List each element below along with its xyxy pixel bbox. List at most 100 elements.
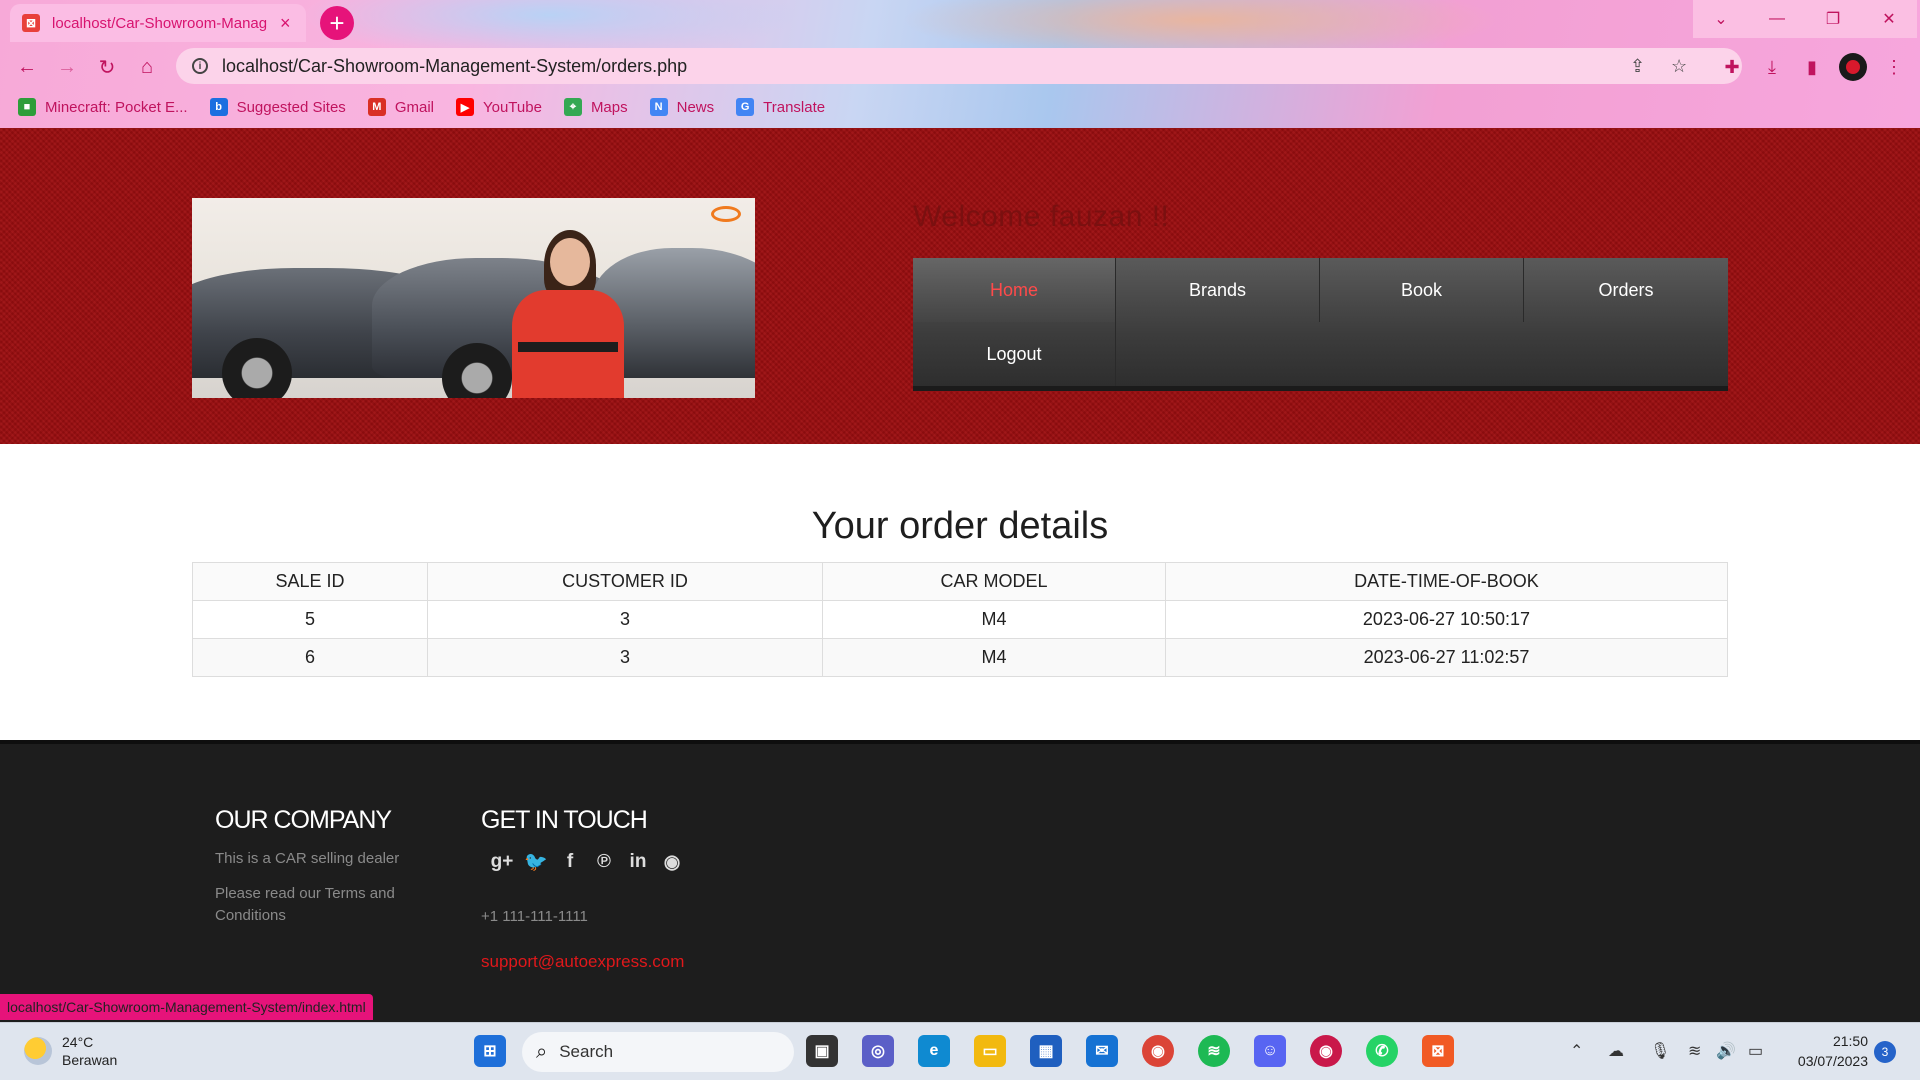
browser-chrome: ⊠ localhost/Car-Showroom-Manag × + ⌄ — ❐… [0, 0, 1920, 128]
wifi-icon[interactable]: ≋ [1688, 1041, 1701, 1061]
forward-icon[interactable]: → [52, 52, 82, 82]
bookmark-maps[interactable]: ⌖ Maps [563, 98, 628, 116]
browser-toolbar: ← → ↻ ⌂ i localhost/Car-Showroom-Managem… [0, 44, 1920, 88]
support-email-link[interactable]: support@autoexpress.com [481, 952, 684, 972]
sale-id-cell: 6 [192, 638, 428, 677]
edge-icon[interactable]: e [918, 1035, 950, 1067]
weather-condition: Berawan [62, 1052, 118, 1068]
rss-icon[interactable]: ◉ [655, 849, 689, 875]
restore-button[interactable]: ❐ [1805, 0, 1861, 38]
car-model-cell: M4 [822, 600, 1166, 639]
bookmark-news[interactable]: N News [649, 98, 714, 116]
back-icon[interactable]: ← [12, 52, 42, 82]
social-links: g+ 🐦 f ℗ in ◉ [485, 849, 689, 875]
chrome-icon[interactable]: ◉ [1142, 1035, 1174, 1067]
nav-orders[interactable]: Orders [1524, 258, 1728, 322]
column-header: CAR MODEL [822, 562, 1166, 601]
onedrive-icon[interactable]: ☁ [1608, 1041, 1624, 1061]
pinterest-icon[interactable]: ℗ [587, 849, 621, 875]
close-window-button[interactable]: ✕ [1861, 0, 1917, 38]
facebook-icon[interactable]: f [553, 849, 587, 875]
bookmark-suggested-sites[interactable]: b Suggested Sites [209, 98, 346, 116]
microphone-icon[interactable]: 🎙 [1650, 1041, 1670, 1061]
volume-icon[interactable]: 🔊 [1716, 1041, 1736, 1061]
url-text: localhost/Car-Showroom-Management-System… [222, 55, 688, 76]
linkedin-icon[interactable]: in [621, 849, 655, 875]
xampp-icon[interactable]: ⊠ [1422, 1035, 1454, 1067]
status-bar-url: localhost/Car-Showroom-Management-System… [0, 994, 373, 1020]
bookmark-youtube[interactable]: ▶ YouTube [455, 98, 542, 116]
bookmark-translate[interactable]: G Translate [736, 98, 825, 116]
side-panel-icon[interactable]: ▮ [1797, 52, 1827, 82]
main-nav: Home Brands Book Orders Logout [913, 258, 1728, 391]
browser-tab[interactable]: ⊠ localhost/Car-Showroom-Manag × [10, 4, 306, 42]
person-head [550, 238, 590, 286]
bookmark-label: Gmail [394, 98, 434, 116]
nav-book[interactable]: Book [1320, 258, 1524, 322]
show-hidden-icons-icon[interactable]: ⌃ [1570, 1041, 1583, 1061]
microsoft-store-icon[interactable]: ▦ [1030, 1035, 1062, 1067]
table-row: 6 3 M4 2023-06-27 11:02:57 [192, 638, 1728, 677]
spotify-icon[interactable]: ≋ [1198, 1035, 1230, 1067]
discord-icon[interactable]: ☺ [1254, 1035, 1286, 1067]
share-icon[interactable]: ⇪ [1630, 56, 1645, 77]
bookmark-label: Maps [590, 98, 628, 116]
google-plus-icon[interactable]: g+ [485, 849, 519, 875]
mail-icon[interactable]: ✉ [1086, 1035, 1118, 1067]
taskbar-search[interactable]: ⌕ Search [522, 1032, 794, 1072]
new-tab-button[interactable]: + [320, 6, 354, 40]
customer-id-cell: 3 [427, 600, 823, 639]
news-icon: N [649, 98, 668, 116]
reload-icon[interactable]: ↻ [92, 52, 122, 82]
customer-id-cell: 3 [427, 638, 823, 677]
sale-id-cell: 5 [192, 600, 428, 639]
weather-widget[interactable]: 24°C Berawan [24, 1033, 117, 1069]
menu-icon[interactable]: ⋮ [1879, 52, 1909, 82]
column-header: SALE ID [192, 562, 428, 601]
person-belt [518, 342, 618, 352]
bookmark-label: Translate [763, 98, 826, 116]
nav-logout[interactable]: Logout [913, 322, 1116, 386]
bookmark-star-icon[interactable]: ☆ [1671, 56, 1687, 77]
avatar-dot [1846, 60, 1860, 74]
terms-link[interactable]: Please read our Terms and Conditions [215, 883, 395, 927]
close-tab-icon[interactable]: × [280, 13, 291, 34]
minimize-button[interactable]: — [1749, 0, 1805, 38]
booking-time-cell: 2023-06-27 11:02:57 [1165, 638, 1728, 677]
windows-taskbar: 24°C Berawan ⊞ ⌕ Search ▣ ◎ e ▭ ▦ ✉ ◉ ≋ … [0, 1022, 1920, 1080]
car-model-cell: M4 [822, 638, 1166, 677]
task-view-icon[interactable]: ▣ [806, 1035, 838, 1067]
start-windows-icon[interactable]: ⊞ [474, 1035, 506, 1067]
site-info-icon[interactable]: i [192, 58, 208, 74]
bookmark-label: YouTube [482, 98, 542, 116]
download-icon[interactable]: ⤓ [1757, 52, 1787, 82]
column-header: CUSTOMER ID [427, 562, 823, 601]
youtube-icon: ▶ [455, 98, 474, 116]
bookmark-minecraft[interactable]: ■ Minecraft: Pocket E... [18, 98, 188, 116]
terms-text-line: Conditions [215, 907, 286, 924]
teams-chat-icon[interactable]: ◎ [862, 1035, 894, 1067]
terms-text-line: Please read our Terms and [215, 885, 395, 902]
nav-home[interactable]: Home [913, 258, 1116, 322]
system-clock[interactable]: 21:50 03/07/2023 [1786, 1031, 1868, 1071]
tab-search-button[interactable]: ⌄ [1693, 0, 1749, 38]
whatsapp-icon[interactable]: ✆ [1366, 1035, 1398, 1067]
banner-logo-icon [711, 206, 741, 222]
profile-avatar[interactable] [1839, 53, 1867, 81]
address-bar[interactable]: i localhost/Car-Showroom-Management-Syst… [176, 48, 1742, 84]
showroom-banner-image [192, 198, 755, 398]
file-explorer-icon[interactable]: ▭ [974, 1035, 1006, 1067]
bing-icon: b [209, 98, 228, 116]
chrome-profile-icon[interactable]: ◉ [1310, 1035, 1342, 1067]
bookmark-gmail[interactable]: M Gmail [367, 98, 434, 116]
page-title: Your order details [811, 505, 1109, 547]
home-icon[interactable]: ⌂ [132, 52, 162, 82]
notification-badge[interactable]: 3 [1874, 1041, 1896, 1063]
temperature: 24°C [62, 1034, 94, 1050]
site-footer: OUR COMPANY This is a CAR selling dealer… [0, 740, 1920, 1022]
extensions-icon[interactable]: ✚ [1717, 52, 1747, 82]
nav-brands[interactable]: Brands [1116, 258, 1320, 322]
battery-icon[interactable]: ▭ [1748, 1041, 1763, 1061]
site-header: Welcome fauzan !! Home Brands Book Order… [0, 128, 1920, 444]
twitter-icon[interactable]: 🐦 [519, 849, 553, 875]
